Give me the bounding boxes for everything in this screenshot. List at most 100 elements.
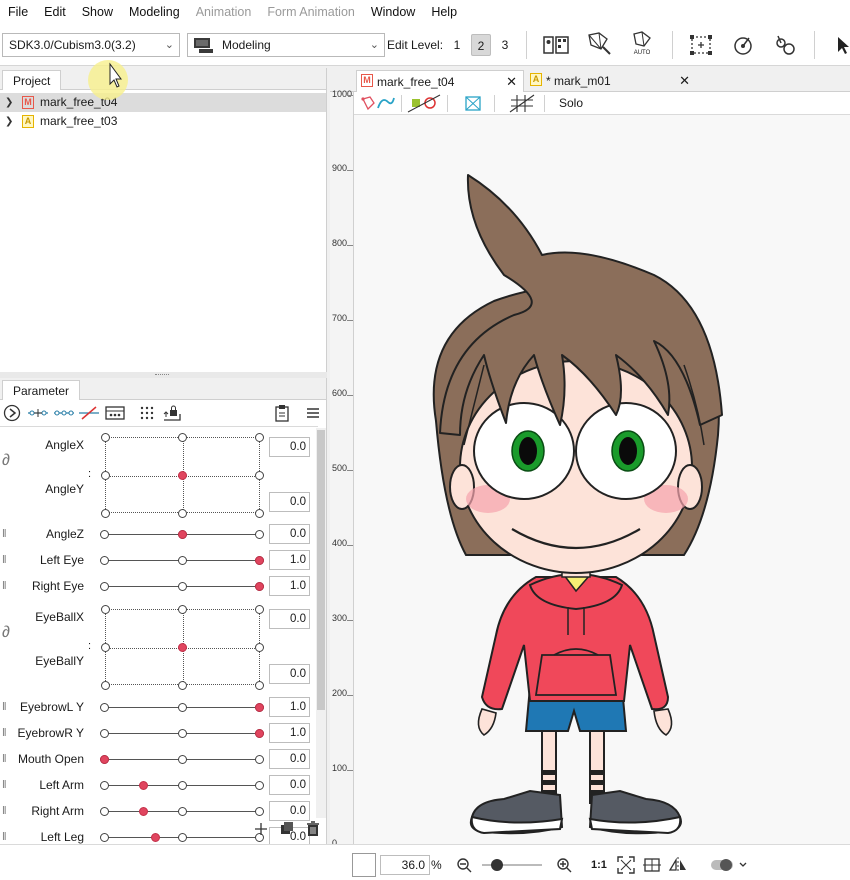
link-icon[interactable]: ‖: [2, 521, 10, 547]
pad-keyframe[interactable]: [101, 643, 110, 652]
chevron-right-icon[interactable]: ❯: [5, 93, 13, 112]
slider-keyframe[interactable]: [177, 755, 187, 764]
close-icon[interactable]: ✕: [506, 71, 517, 93]
fit-width-icon[interactable]: [642, 855, 662, 878]
parameter-value-x[interactable]: 0.0: [269, 437, 310, 457]
parameter-value-x[interactable]: 0.0: [269, 609, 310, 629]
trash-icon[interactable]: [302, 819, 324, 839]
zoom-slider-thumb[interactable]: [491, 859, 503, 871]
pad-keyframe[interactable]: [101, 605, 110, 614]
fit-to-screen-icon[interactable]: [616, 855, 636, 878]
glue-visibility-icon[interactable]: [464, 94, 482, 116]
parameter-row[interactable]: ‖ Left Arm 0.0: [0, 772, 318, 798]
slider-keyframe[interactable]: [255, 530, 264, 539]
pad-keyframe[interactable]: [178, 433, 187, 442]
slider-keyframe[interactable]: [100, 556, 109, 565]
slider-thumb[interactable]: [138, 807, 148, 816]
tab-mark-free-t04[interactable]: M mark_free_t04 ✕: [356, 70, 524, 92]
pad-current-value[interactable]: [178, 471, 187, 480]
mesh-visibility-icon[interactable]: [360, 94, 396, 116]
slider-keyframe[interactable]: [177, 729, 187, 738]
slider-keyframe[interactable]: [177, 703, 187, 712]
link-icon[interactable]: ‖: [2, 547, 10, 573]
pad-keyframe[interactable]: [255, 605, 264, 614]
menu-edit[interactable]: Edit: [36, 0, 74, 24]
pad-keyframe[interactable]: [255, 471, 264, 480]
sdk-version-select[interactable]: SDK3.0/Cubism3.0(3.2) ⌄: [2, 33, 180, 57]
link-icon[interactable]: ‖: [2, 720, 10, 746]
tab-mark-m01[interactable]: A * mark_m01 ✕: [528, 70, 694, 92]
pad-keyframe[interactable]: [101, 471, 110, 480]
pad-keyframe[interactable]: [101, 509, 110, 518]
menu-show[interactable]: Show: [74, 0, 121, 24]
slider-thumb[interactable]: [255, 582, 264, 591]
parameter-scrollbar[interactable]: [316, 428, 326, 818]
zoom-out-icon[interactable]: [456, 857, 472, 876]
slider-keyframe[interactable]: [255, 755, 264, 764]
parameter-value[interactable]: 1.0: [269, 723, 310, 743]
parameter-value[interactable]: 1.0: [269, 550, 310, 570]
zoom-in-icon[interactable]: [556, 857, 572, 876]
parameter-value[interactable]: 1.0: [269, 697, 310, 717]
slider-thumb[interactable]: [151, 833, 161, 842]
flip-view-icon[interactable]: [668, 855, 688, 878]
chevron-right-icon[interactable]: ❯: [5, 112, 13, 131]
link-icon[interactable]: ‖: [2, 694, 10, 720]
slider-thumb[interactable]: [255, 703, 264, 712]
parameter-value-y[interactable]: 0.0: [269, 664, 310, 684]
project-item-mark-free-t04[interactable]: ❯ M mark_free_t04: [0, 93, 326, 112]
background-color-swatch[interactable]: [352, 853, 376, 877]
link-icon[interactable]: ‖: [2, 772, 10, 798]
menu-form-animation[interactable]: Form Animation: [259, 0, 363, 24]
link-icon[interactable]: ∂: [2, 448, 10, 474]
pad-keyframe[interactable]: [101, 433, 110, 442]
slider-thumb[interactable]: [100, 755, 109, 764]
parameter-2d-pad[interactable]: [101, 433, 264, 518]
display-toggle-icon[interactable]: [710, 857, 748, 876]
slider-keyframe[interactable]: [100, 807, 109, 816]
parameter-row[interactable]: ‖ AngleZ 0.0: [0, 521, 318, 547]
slider-keyframe[interactable]: [100, 530, 109, 539]
parameter-value[interactable]: 0.0: [269, 775, 310, 795]
slider-thumb[interactable]: [255, 729, 264, 738]
edit-level-2[interactable]: 2: [471, 34, 491, 56]
slider-keyframe[interactable]: [177, 781, 187, 790]
add-parameter-icon[interactable]: [250, 819, 272, 839]
link-icon[interactable]: ∂: [2, 620, 10, 646]
menu-animation[interactable]: Animation: [188, 0, 260, 24]
solo-button[interactable]: Solo: [559, 92, 583, 115]
parameter-value[interactable]: 0.0: [269, 749, 310, 769]
link-icon[interactable]: ‖: [2, 573, 10, 599]
glue-icon[interactable]: [770, 30, 800, 60]
parameter-row[interactable]: ‖ EyebrowR Y 1.0: [0, 720, 318, 746]
pad-keyframe[interactable]: [178, 681, 187, 690]
rotation-deformer-icon[interactable]: [728, 30, 758, 60]
pad-keyframe[interactable]: [255, 643, 264, 652]
pad-keyframe[interactable]: [178, 605, 187, 614]
parameter-2d-pad[interactable]: [101, 605, 264, 690]
slider-keyframe[interactable]: [177, 582, 187, 591]
parameter-row[interactable]: ‖ Left Eye 1.0: [0, 547, 318, 573]
canvas[interactable]: [354, 115, 850, 880]
slider-keyframe[interactable]: [177, 556, 187, 565]
slider-thumb[interactable]: [138, 781, 148, 790]
menu-file[interactable]: File: [0, 0, 36, 24]
arrow-select-icon[interactable]: [828, 30, 850, 60]
auto-mesh-button[interactable]: AUTO: [627, 28, 657, 58]
pad-keyframe[interactable]: [178, 509, 187, 518]
parameter-value[interactable]: 0.0: [269, 524, 310, 544]
link-icon[interactable]: ‖: [2, 798, 10, 824]
slider-keyframe[interactable]: [255, 781, 264, 790]
parameter-row[interactable]: ‖ Right Eye 1.0: [0, 573, 318, 599]
texture-atlas-icon[interactable]: [541, 30, 571, 60]
menu-help[interactable]: Help: [423, 0, 465, 24]
slider-thumb[interactable]: [177, 530, 187, 539]
mode-select[interactable]: Modeling ⌄: [187, 33, 385, 57]
edit-level-1[interactable]: 1: [447, 34, 467, 56]
slider-keyframe[interactable]: [100, 729, 109, 738]
grid-toggle-icon[interactable]: [508, 94, 536, 116]
slider-keyframe[interactable]: [100, 833, 109, 842]
pad-keyframe[interactable]: [255, 433, 264, 442]
parameter-value-y[interactable]: 0.0: [269, 492, 310, 512]
deformer-visibility-icon[interactable]: [406, 94, 442, 116]
